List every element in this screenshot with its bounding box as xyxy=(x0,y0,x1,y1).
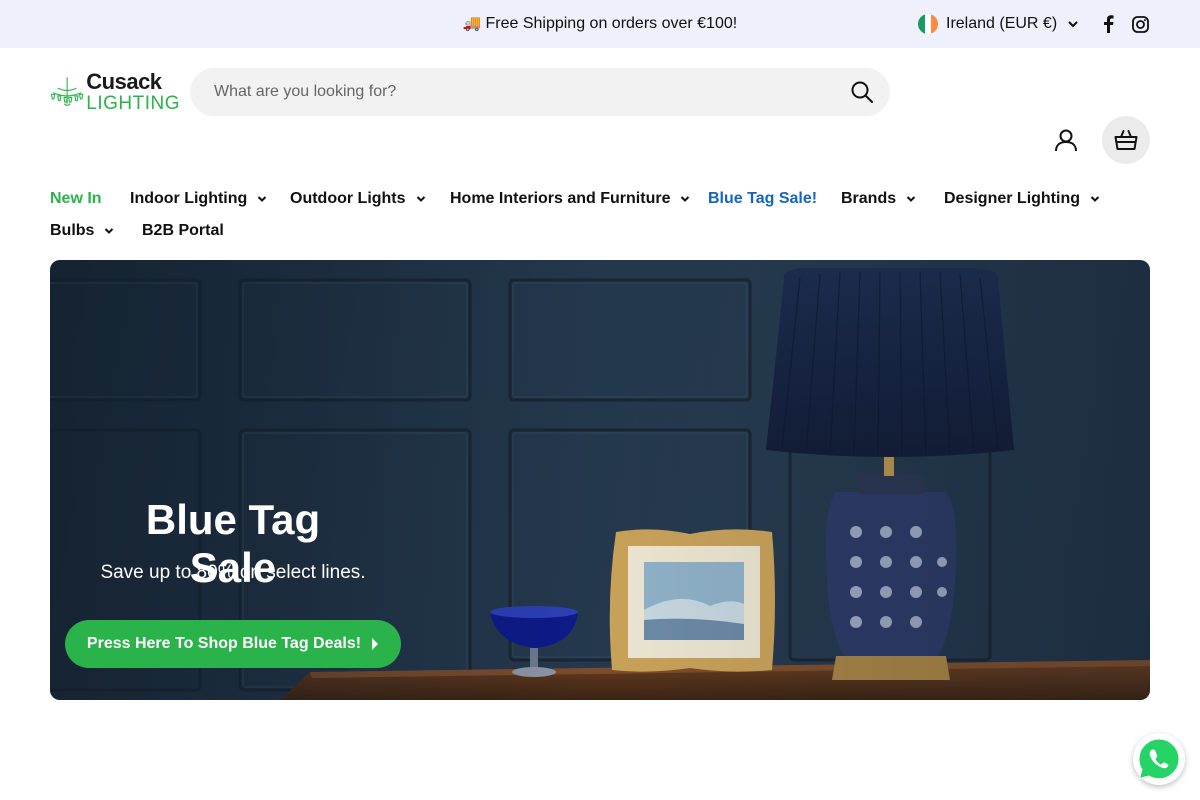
ireland-flag-icon xyxy=(918,14,938,34)
nav-item-new-in[interactable]: New In xyxy=(50,190,102,208)
announcement-bar: 🚚 Free Shipping on orders over €100! Irel… xyxy=(0,0,1200,48)
cart-button[interactable] xyxy=(1102,116,1150,164)
shopping-basket-icon xyxy=(1114,130,1138,150)
site-logo[interactable]: Cusack LIGHTING xyxy=(50,70,180,114)
logo-wordmark: Cusack LIGHTING xyxy=(86,69,180,114)
nav-item-label: Blue Tag Sale! xyxy=(708,190,818,207)
nav-item-brands[interactable]: Brands xyxy=(841,190,916,208)
chevron-down-icon xyxy=(681,196,690,202)
country-selector[interactable]: Ireland (EUR €) xyxy=(918,13,1079,35)
chevron-down-icon xyxy=(258,196,267,202)
nav-item-b2b-portal[interactable]: B2B Portal xyxy=(142,222,224,240)
chevron-down-icon xyxy=(105,228,114,234)
announcement-text: Free Shipping on orders over €100! xyxy=(485,15,738,32)
search-input[interactable] xyxy=(214,83,814,101)
search-icon[interactable] xyxy=(850,80,874,104)
nav-item-blue-tag-sale[interactable]: Blue Tag Sale! xyxy=(708,190,817,208)
chandelier-logo-icon xyxy=(50,77,84,106)
nav-item-label: B2B Portal xyxy=(142,222,224,239)
nav-item-indoor-lighting[interactable]: Indoor Lighting xyxy=(130,190,267,208)
facebook-icon[interactable] xyxy=(1099,14,1117,34)
whatsapp-chat-button[interactable] xyxy=(1133,733,1185,785)
nav-item-designer-lighting[interactable]: Designer Lighting xyxy=(944,190,1100,208)
chevron-down-icon xyxy=(906,196,916,202)
nav-item-label: Home Interiors and Furniture xyxy=(450,190,671,207)
nav-item-label: Indoor Lighting xyxy=(130,190,248,207)
instagram-icon[interactable] xyxy=(1131,14,1149,34)
play-arrow-icon xyxy=(372,638,379,650)
shop-blue-tag-deals-button[interactable]: Press Here To Shop Blue Tag Deals! xyxy=(65,620,401,668)
nav-item-label: Designer Lighting xyxy=(944,190,1080,207)
nav-item-bulbs[interactable]: Bulbs xyxy=(50,222,114,240)
hero-banner[interactable]: Blue Tag Sale Save up to 80% on select l… xyxy=(50,260,1150,700)
hero-button-label: Press Here To Shop Blue Tag Deals! xyxy=(86,635,362,652)
chevron-down-icon xyxy=(1090,196,1100,202)
nav-item-label: Bulbs xyxy=(50,222,95,239)
chevron-down-icon xyxy=(1068,21,1078,28)
account-icon[interactable] xyxy=(1054,128,1078,152)
logo-line2: LIGHTING xyxy=(86,93,180,114)
country-label: Ireland (EUR €) xyxy=(946,15,1058,32)
nav-item-label: Brands xyxy=(841,190,897,207)
nav-item-label: New In xyxy=(50,190,102,207)
nav-item-outdoor-lights[interactable]: Outdoor Lights xyxy=(290,190,426,208)
logo-line1: Cusack xyxy=(86,69,162,94)
chevron-down-icon xyxy=(416,196,425,202)
nav-item-home-interiors[interactable]: Home Interiors and Furniture xyxy=(450,190,690,208)
search-bar xyxy=(190,68,890,116)
delivery-truck-icon: 🚚 xyxy=(462,15,482,32)
hero-subtitle: Save up to 80% on select lines. xyxy=(100,562,366,583)
nav-item-label: Outdoor Lights xyxy=(290,190,406,207)
whatsapp-icon xyxy=(1138,738,1180,780)
